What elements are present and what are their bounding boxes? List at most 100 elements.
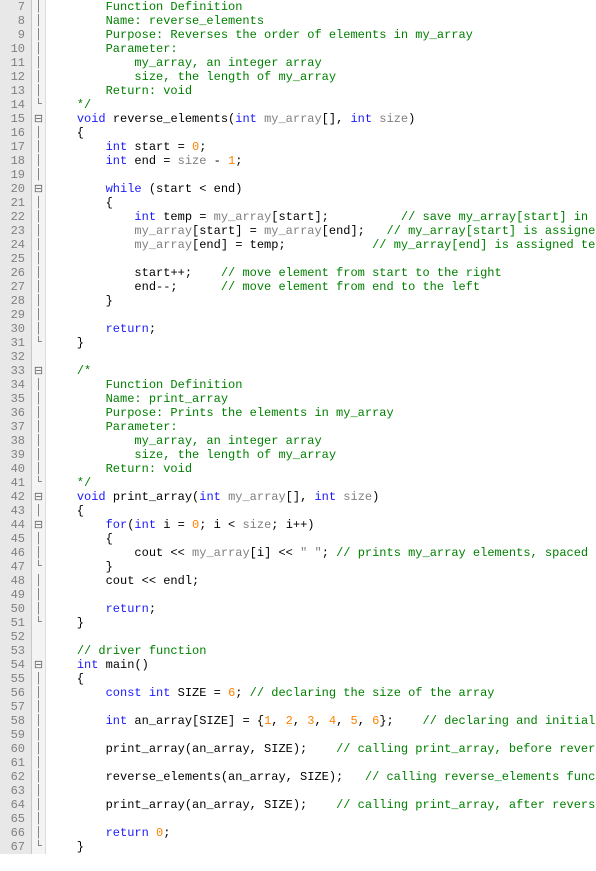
code-line[interactable] — [48, 350, 596, 364]
fold-marker: │ — [32, 154, 45, 168]
code-line[interactable]: { — [48, 672, 596, 686]
code-line[interactable]: reverse_elements(an_array, SIZE); // cal… — [48, 770, 596, 784]
code-line[interactable]: // driver function — [48, 644, 596, 658]
code-line[interactable]: } — [48, 336, 596, 350]
code-line[interactable]: { — [48, 126, 596, 140]
code-line[interactable]: Function Definition — [48, 378, 596, 392]
code-line[interactable]: return; — [48, 322, 596, 336]
code-line[interactable] — [48, 168, 596, 182]
code-line[interactable]: /* — [48, 364, 596, 378]
code-line[interactable]: int start = 0; — [48, 140, 596, 154]
code-line[interactable]: } — [48, 560, 596, 574]
code-line[interactable]: for(int i = 0; i < size; i++) — [48, 518, 596, 532]
fold-marker: │ — [32, 56, 45, 70]
line-number: 14 — [0, 98, 31, 112]
line-number: 58 — [0, 714, 31, 728]
code-line[interactable]: while (start < end) — [48, 182, 596, 196]
code-line[interactable]: cout << my_array[i] << " "; // prints my… — [48, 546, 596, 560]
fold-marker[interactable]: ⊟ — [32, 182, 45, 196]
code-line[interactable]: size, the length of my_array — [48, 70, 596, 84]
line-number: 7 — [0, 0, 31, 14]
line-number: 23 — [0, 224, 31, 238]
fold-marker: │ — [32, 700, 45, 714]
fold-marker[interactable]: ⊟ — [32, 518, 45, 532]
code-line[interactable] — [48, 588, 596, 602]
line-number: 66 — [0, 826, 31, 840]
code-line[interactable]: */ — [48, 98, 596, 112]
fold-marker[interactable]: ⊟ — [32, 112, 45, 126]
line-number: 16 — [0, 126, 31, 140]
code-line[interactable]: } — [48, 840, 596, 854]
code-line[interactable] — [48, 728, 596, 742]
code-line[interactable]: cout << endl; — [48, 574, 596, 588]
line-number: 41 — [0, 476, 31, 490]
code-line[interactable]: size, the length of my_array — [48, 448, 596, 462]
code-line[interactable]: int an_array[SIZE] = {1, 2, 3, 4, 5, 6};… — [48, 714, 596, 728]
line-number: 24 — [0, 238, 31, 252]
code-line[interactable]: } — [48, 616, 596, 630]
code-area[interactable]: Function Definition Name: reverse_elemen… — [46, 0, 596, 854]
code-line[interactable]: print_array(an_array, SIZE); // calling … — [48, 742, 596, 756]
code-line[interactable]: { — [48, 504, 596, 518]
line-number: 38 — [0, 434, 31, 448]
code-line[interactable]: int temp = my_array[start]; // save my_a… — [48, 210, 596, 224]
code-line[interactable]: Name: reverse_elements — [48, 14, 596, 28]
fold-marker: │ — [32, 140, 45, 154]
code-line[interactable]: Purpose: Prints the elements in my_array — [48, 406, 596, 420]
fold-marker: │ — [32, 728, 45, 742]
fold-marker: │ — [32, 210, 45, 224]
code-line[interactable]: Function Definition — [48, 0, 596, 14]
code-line[interactable]: int main() — [48, 658, 596, 672]
code-line[interactable]: { — [48, 196, 596, 210]
fold-marker: │ — [32, 280, 45, 294]
code-line[interactable]: print_array(an_array, SIZE); // calling … — [48, 798, 596, 812]
line-number: 45 — [0, 532, 31, 546]
fold-marker[interactable]: ⊟ — [32, 490, 45, 504]
code-line[interactable]: start++; // move element from start to t… — [48, 266, 596, 280]
code-line[interactable]: void reverse_elements(int my_array[], in… — [48, 112, 596, 126]
code-line[interactable]: Purpose: Reverses the order of elements … — [48, 28, 596, 42]
line-number: 34 — [0, 378, 31, 392]
code-line[interactable]: end--; // move element from end to the l… — [48, 280, 596, 294]
code-line[interactable]: my_array, an integer array — [48, 56, 596, 70]
code-line[interactable]: Return: void — [48, 84, 596, 98]
fold-marker: │ — [32, 0, 45, 14]
code-line[interactable] — [48, 812, 596, 826]
line-number: 59 — [0, 728, 31, 742]
fold-marker: │ — [32, 714, 45, 728]
fold-marker: └ — [32, 336, 45, 350]
line-number: 37 — [0, 420, 31, 434]
code-line[interactable]: void print_array(int my_array[], int siz… — [48, 490, 596, 504]
code-line[interactable] — [48, 700, 596, 714]
line-number: 33 — [0, 364, 31, 378]
line-number: 22 — [0, 210, 31, 224]
code-line[interactable]: my_array[start] = my_array[end]; // my_a… — [48, 224, 596, 238]
fold-marker: │ — [32, 756, 45, 770]
code-line[interactable]: const int SIZE = 6; // declaring the siz… — [48, 686, 596, 700]
code-line[interactable]: { — [48, 532, 596, 546]
fold-marker: │ — [32, 826, 45, 840]
code-line[interactable]: return 0; — [48, 826, 596, 840]
code-line[interactable]: Parameter: — [48, 42, 596, 56]
code-line[interactable]: Parameter: — [48, 420, 596, 434]
code-line[interactable]: my_array, an integer array — [48, 434, 596, 448]
code-line[interactable]: Return: void — [48, 462, 596, 476]
code-line[interactable]: } — [48, 294, 596, 308]
fold-marker: │ — [32, 252, 45, 266]
code-line[interactable] — [48, 784, 596, 798]
code-line[interactable]: Name: print_array — [48, 392, 596, 406]
fold-marker: │ — [32, 42, 45, 56]
code-line[interactable] — [48, 630, 596, 644]
code-line[interactable]: return; — [48, 602, 596, 616]
fold-marker: │ — [32, 420, 45, 434]
code-line[interactable]: int end = size - 1; — [48, 154, 596, 168]
fold-marker[interactable]: ⊟ — [32, 658, 45, 672]
code-line[interactable] — [48, 308, 596, 322]
code-line[interactable] — [48, 252, 596, 266]
code-line[interactable] — [48, 756, 596, 770]
fold-marker[interactable]: ⊟ — [32, 364, 45, 378]
code-line[interactable]: */ — [48, 476, 596, 490]
fold-marker: │ — [32, 770, 45, 784]
code-line[interactable]: my_array[end] = temp; // my_array[end] i… — [48, 238, 596, 252]
fold-column: │││││││└⊟││││⊟││││││││││└⊟│││││││└⊟│⊟││└… — [32, 0, 46, 854]
